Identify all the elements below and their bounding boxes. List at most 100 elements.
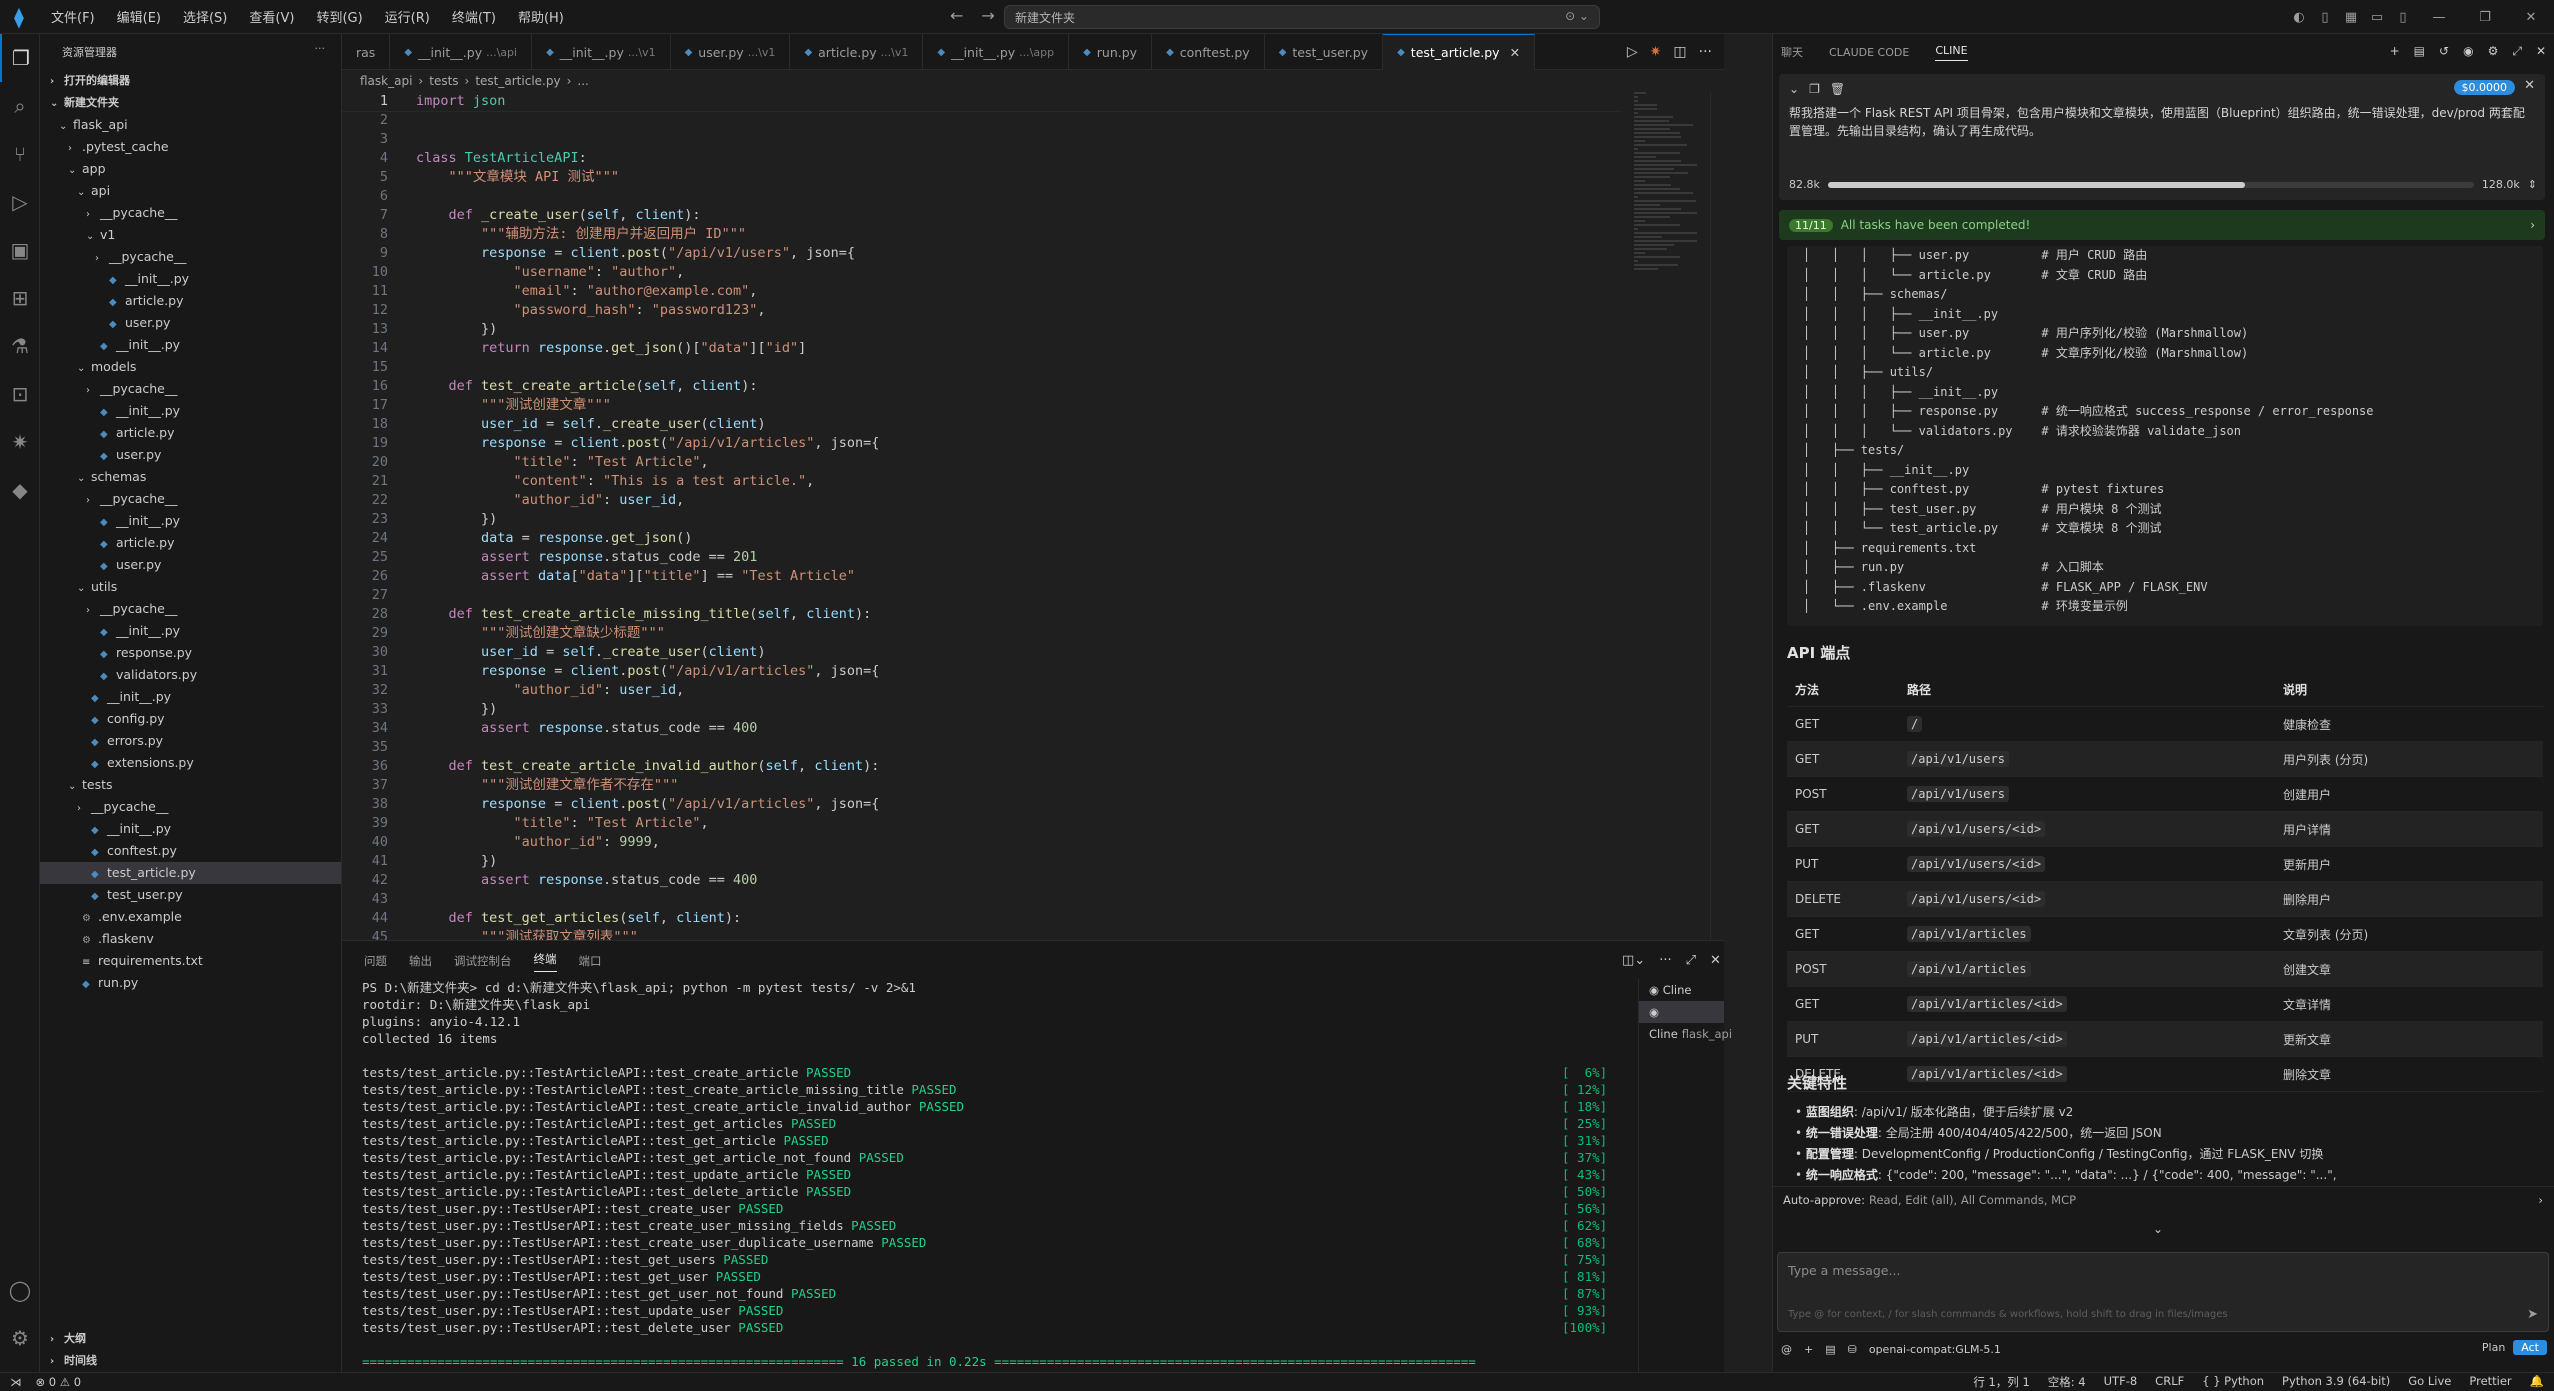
collapse-chevron-icon[interactable]: ⌄ [1789, 82, 1799, 96]
status-item[interactable]: Prettier [2469, 1374, 2511, 1390]
testing-icon[interactable]: ⚗ [0, 322, 40, 370]
more-actions-icon[interactable]: ··· [315, 42, 326, 55]
tree-file[interactable]: ⚙ .flaskenv [40, 928, 341, 950]
new-terminal-icon[interactable]: ◫⌄ [1622, 953, 1645, 968]
menu-item[interactable]: 编辑(E) [106, 7, 172, 26]
editor-tab[interactable]: ◆ __init__.py ...\app [923, 34, 1070, 70]
close-tab-icon[interactable]: ✕ [1510, 45, 1520, 60]
settings-gear-icon[interactable]: ⚙ [2488, 44, 2499, 59]
send-icon[interactable]: ➤ [2527, 1307, 2538, 1322]
tree-file[interactable]: ◆ article.py [40, 290, 341, 312]
status-item[interactable]: 行 1，列 1 [1973, 1374, 2029, 1390]
minimap[interactable] [1634, 92, 1708, 352]
editor-tab[interactable]: ◆ article.py ...\v1 [790, 34, 924, 70]
editor-tab[interactable]: ◆ run.py [1069, 34, 1153, 70]
code-editor[interactable]: 1 import json 2 3 4 class TestArticleAPI: 5 ""… [342, 92, 1622, 940]
panel-tab[interactable]: 问题 [364, 953, 387, 969]
history-icon[interactable]: ↺ [2439, 44, 2449, 59]
tree-folder[interactable]: › __pycache__ [40, 488, 341, 510]
outline-section[interactable]: › 大纲 [40, 1328, 341, 1350]
status-item[interactable]: CRLF [2155, 1374, 2184, 1390]
terminal-instance[interactable]: ◉ Cline flask_api [1639, 1001, 1732, 1041]
explorer-icon[interactable]: ❐ [0, 34, 40, 82]
status-item[interactable]: Go Live [2408, 1374, 2451, 1390]
editor-tab[interactable]: ◆ __init__.py ...\api [390, 34, 533, 70]
tree-folder[interactable]: ⌄ api [40, 180, 341, 202]
tree-folder[interactable]: ⌄ v1 [40, 224, 341, 246]
tree-folder[interactable]: ⌄ schemas [40, 466, 341, 488]
close-task-icon[interactable]: ✕ [2524, 78, 2535, 93]
source-control-icon[interactable]: ⑂ [0, 130, 40, 178]
breadcrumb-item[interactable]: tests [429, 74, 458, 88]
breadcrumb-item[interactable]: flask_api [360, 74, 412, 88]
chat-input[interactable]: Type a message... Type @ for context, / … [1777, 1252, 2549, 1332]
mention-icon[interactable]: @ [1781, 1343, 1792, 1356]
account-icon[interactable]: ◐ [2286, 10, 2312, 25]
remote-explorer-icon[interactable]: ▣ [0, 226, 40, 274]
menu-item[interactable]: 查看(V) [238, 7, 305, 26]
new-task-icon[interactable]: + [2390, 44, 2400, 59]
panel-tab[interactable]: 调试控制台 [454, 953, 512, 969]
tree-folder[interactable]: › .pytest_cache [40, 136, 341, 158]
more-editor-actions-icon[interactable]: ··· [1699, 44, 1712, 60]
tree-folder[interactable]: › __pycache__ [40, 598, 341, 620]
forward-arrow-icon[interactable]: → [981, 6, 994, 25]
tree-file[interactable]: ◆ __init__.py [40, 400, 341, 422]
menu-item[interactable]: 帮助(H) [507, 7, 575, 26]
close-panel-icon[interactable]: ✕ [2536, 44, 2546, 59]
account-icon[interactable]: ◉ [2463, 44, 2473, 59]
tree-file[interactable]: ≡ requirements.txt [40, 950, 341, 972]
close-window-icon[interactable]: ✕ [2508, 10, 2554, 25]
editor-tab[interactable]: ◆ conftest.py [1152, 34, 1265, 70]
cline-icon[interactable]: ✷ [0, 418, 40, 466]
tree-file[interactable]: ◆ article.py [40, 532, 341, 554]
status-item[interactable]: UTF-8 [2104, 1374, 2138, 1390]
tree-folder[interactable]: ⌄ models [40, 356, 341, 378]
panel-tab[interactable]: 输出 [409, 953, 432, 969]
tree-file[interactable]: ◆ run.py [40, 972, 341, 994]
tree-folder[interactable]: › __pycache__ [40, 246, 341, 268]
tree-file[interactable]: ◆ extensions.py [40, 752, 341, 774]
split-editor-icon[interactable]: ◫ [1673, 44, 1686, 60]
secondary-tab[interactable]: CLAUDE CODE [1829, 46, 1909, 59]
run-python-icon[interactable]: ▷ [1627, 44, 1638, 60]
tree-folder[interactable]: › __pycache__ [40, 202, 341, 224]
python-icon[interactable]: ◆ [0, 466, 40, 514]
menu-item[interactable]: 文件(F) [40, 7, 106, 26]
editor-tab[interactable]: ◆ __init__.py ...\v1 [532, 34, 671, 70]
toggle-panel-icon[interactable]: ▭ [2364, 10, 2390, 25]
manage-gear-icon[interactable]: ⚙ [0, 1314, 40, 1362]
toggle-sidebar-icon[interactable]: ▯ [2312, 10, 2338, 25]
tree-file[interactable]: ◆ user.py [40, 554, 341, 576]
menu-item[interactable]: 转到(G) [305, 7, 373, 26]
tree-folder[interactable]: ⌄ utils [40, 576, 341, 598]
tree-folder[interactable]: › __pycache__ [40, 796, 341, 818]
plan-mode-button[interactable]: Plan [2474, 1340, 2513, 1355]
tree-file[interactable]: ⚙ .env.example [40, 906, 341, 928]
copilot-icon[interactable]: ⊙ ⌄ [1565, 9, 1589, 23]
status-item[interactable]: Python 3.9 (64-bit) [2282, 1374, 2390, 1390]
menu-item[interactable]: 运行(R) [374, 7, 441, 26]
chat-messages[interactable]: │ │ │ ├── user.py # 用户 CRUD 路由 │ │ │ └── … [1787, 246, 2545, 1206]
close-panel-icon[interactable]: ✕ [1710, 953, 1721, 968]
more-panel-actions-icon[interactable]: ··· [1659, 953, 1671, 968]
toggle-editor-layout-icon[interactable]: ▦ [2338, 10, 2364, 25]
tree-file[interactable]: ◆ errors.py [40, 730, 341, 752]
compact-icon[interactable]: ⇕ [2528, 178, 2537, 191]
tree-file[interactable]: ◆ test_user.py [40, 884, 341, 906]
breadcrumb-item[interactable]: test_article.py [475, 74, 560, 88]
command-center[interactable]: 新建文件夹 ⊙ ⌄ [1004, 5, 1600, 29]
tree-folder[interactable]: ⌄ tests [40, 774, 341, 796]
tree-file[interactable]: ◆ config.py [40, 708, 341, 730]
tree-file[interactable]: ◆ __init__.py [40, 818, 341, 840]
secondary-tab[interactable]: CLINE [1935, 44, 1968, 61]
tree-file[interactable]: ◆ __init__.py [40, 510, 341, 532]
open-in-editor-icon[interactable]: ⤢ [2512, 44, 2522, 59]
terminal-instance[interactable]: ◉ Cline [1639, 979, 1724, 1001]
status-item[interactable]: 空格: 4 [2048, 1374, 2086, 1390]
editor-scrollbar[interactable] [1710, 92, 1724, 940]
search-icon[interactable]: ⌕ [0, 82, 40, 130]
problems-count[interactable]: ⊗ 0 ⚠ 0 [36, 1375, 82, 1389]
notification-bell-icon[interactable]: 🔔 [2530, 1374, 2544, 1390]
task-complete-banner[interactable]: 11/11 All tasks have been completed! › [1779, 210, 2545, 240]
